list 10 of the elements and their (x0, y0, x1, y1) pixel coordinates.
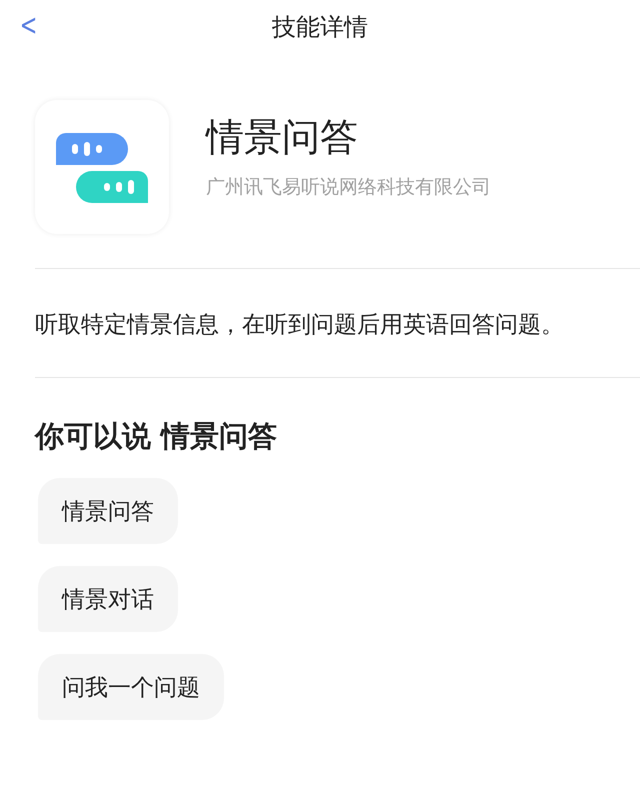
example-phrase[interactable]: 情景问答 (38, 478, 178, 544)
skill-name: 情景问答 (206, 114, 359, 160)
page-title: 技能详情 (272, 12, 368, 43)
section-heading: 你可以说 情景问答 (33, 418, 278, 455)
company-name: 广州讯飞易听说网络科技有限公司 (206, 175, 491, 200)
skill-description: 听取特定情景信息，在听到问题后用英语回答问题。 (34, 311, 565, 340)
example-phrase[interactable]: 问我一个问题 (38, 654, 224, 720)
example-phrase[interactable]: 情景对话 (38, 566, 178, 632)
back-button[interactable]: < (16, 8, 42, 44)
skill-icon (35, 100, 169, 234)
